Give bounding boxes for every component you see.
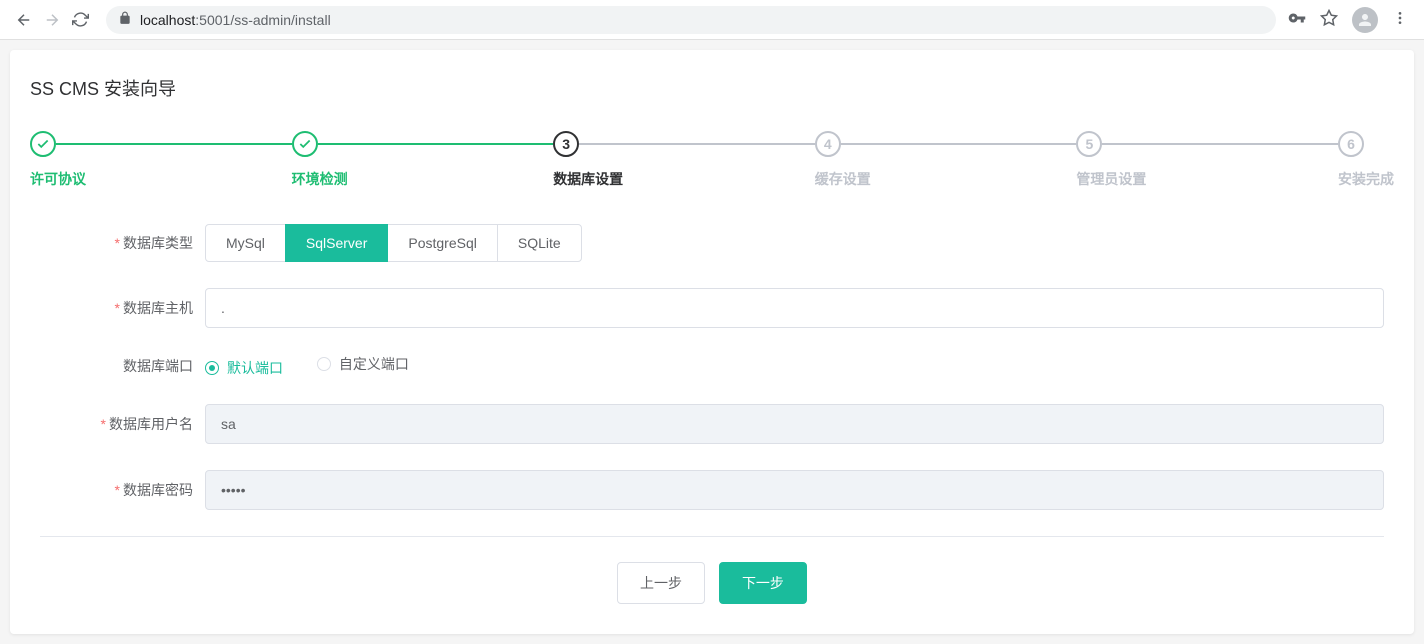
browser-toolbar: localhost:5001/ss-admin/install — [0, 0, 1424, 40]
check-icon — [30, 131, 56, 157]
database-form: *数据库类型 MySql SqlServer PostgreSql SQLite… — [30, 224, 1394, 604]
step-cache: 4 缓存设置 — [815, 131, 1077, 189]
divider — [40, 536, 1384, 537]
db-type-sqlserver[interactable]: SqlServer — [285, 224, 388, 262]
step-license: 许可协议 — [30, 131, 292, 189]
forward-icon — [38, 6, 66, 34]
db-type-group: MySql SqlServer PostgreSql SQLite — [205, 224, 582, 262]
radio-icon — [205, 361, 219, 375]
toolbar-right — [1288, 7, 1414, 33]
db-host-label: *数据库主机 — [40, 298, 205, 318]
db-type-postgresql[interactable]: PostgreSql — [387, 224, 497, 262]
wizard-steps: 许可协议 环境检测 3 数据库设置 4 缓存设置 5 — [30, 131, 1394, 189]
check-icon — [292, 131, 318, 157]
prev-button[interactable]: 上一步 — [617, 562, 705, 604]
step-database: 3 数据库设置 — [553, 131, 815, 189]
button-row: 上一步 下一步 — [40, 562, 1384, 604]
db-port-label: 数据库端口 — [40, 356, 205, 376]
menu-dots-icon[interactable] — [1392, 10, 1408, 29]
install-wizard-card: SS CMS 安装向导 许可协议 环境检测 3 数据库设置 — [10, 50, 1414, 634]
step-env: 环境检测 — [292, 131, 554, 189]
back-icon[interactable] — [10, 6, 38, 34]
db-type-mysql[interactable]: MySql — [205, 224, 286, 262]
page-title: SS CMS 安装向导 — [30, 75, 1394, 101]
db-user-input[interactable] — [205, 404, 1384, 444]
db-port-default[interactable]: 默认端口 — [205, 358, 283, 378]
url-path: /ss-admin/install — [230, 12, 330, 28]
user-avatar-icon[interactable] — [1352, 7, 1378, 33]
db-type-label: *数据库类型 — [40, 233, 205, 253]
radio-icon — [317, 357, 331, 371]
db-port-custom[interactable]: 自定义端口 — [317, 354, 409, 374]
db-password-label: *数据库密码 — [40, 480, 205, 500]
db-host-input[interactable] — [205, 288, 1384, 328]
step-admin: 5 管理员设置 — [1076, 131, 1338, 189]
url-bar[interactable]: localhost:5001/ss-admin/install — [106, 6, 1276, 34]
db-type-sqlite[interactable]: SQLite — [497, 224, 582, 262]
reload-icon[interactable] — [66, 6, 94, 34]
star-icon[interactable] — [1320, 9, 1338, 30]
key-icon[interactable] — [1288, 9, 1306, 30]
url-host: localhost — [140, 12, 195, 28]
step-finish: 6 安装完成 — [1338, 131, 1394, 189]
url-port: :5001 — [195, 12, 230, 28]
lock-icon — [118, 11, 132, 28]
db-password-input[interactable] — [205, 470, 1384, 510]
next-button[interactable]: 下一步 — [719, 562, 807, 604]
db-user-label: *数据库用户名 — [40, 414, 205, 434]
